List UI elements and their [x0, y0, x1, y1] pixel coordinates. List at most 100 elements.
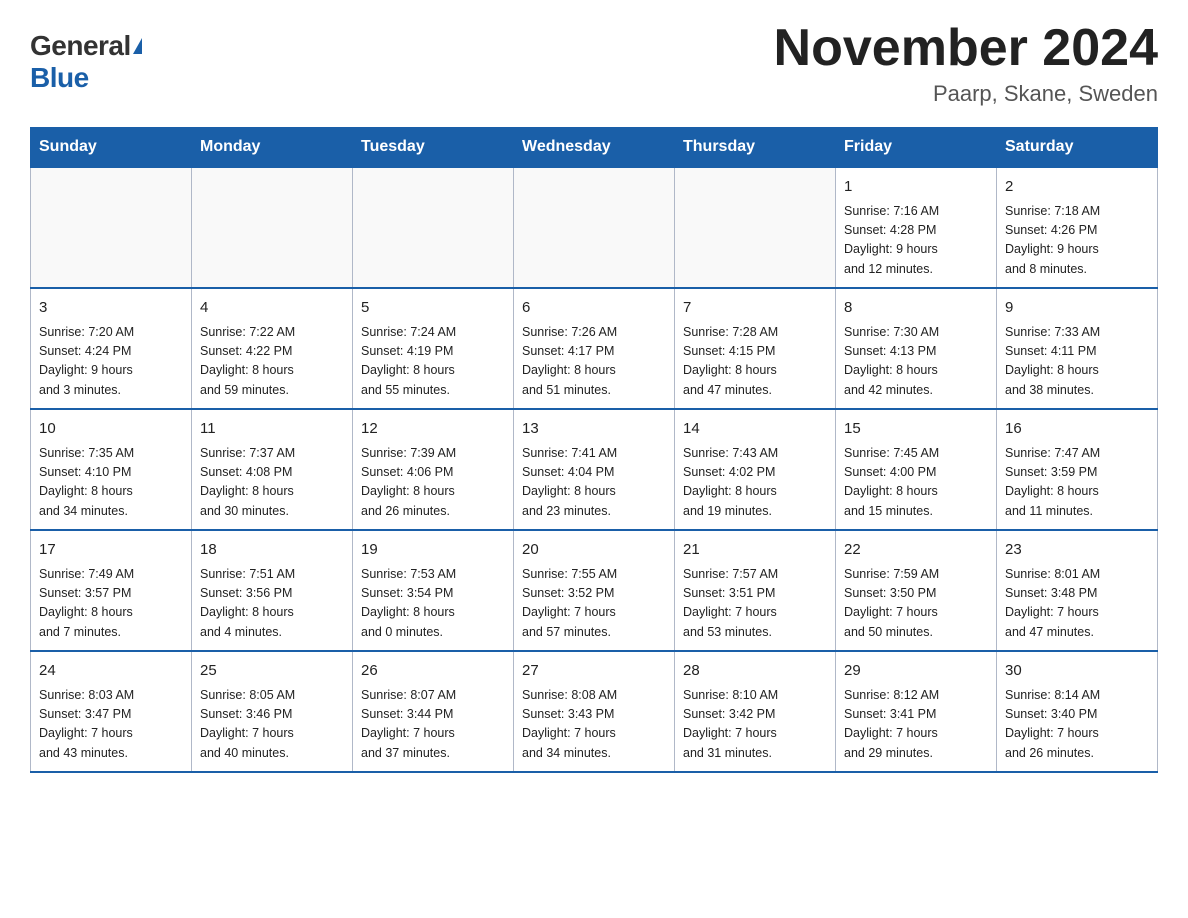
- day-info: Sunrise: 7:43 AM Sunset: 4:02 PM Dayligh…: [683, 444, 827, 522]
- calendar-cell: 5 Sunrise: 7:24 AM Sunset: 4:19 PM Daylig…: [353, 288, 514, 409]
- day-info: Sunrise: 7:45 AM Sunset: 4:00 PM Dayligh…: [844, 444, 988, 522]
- day-number: 28: [683, 660, 827, 683]
- day-info: Sunrise: 7:20 AM Sunset: 4:24 PM Dayligh…: [39, 323, 183, 401]
- calendar-header-monday: Monday: [192, 128, 353, 168]
- day-info: Sunrise: 7:30 AM Sunset: 4:13 PM Dayligh…: [844, 323, 988, 401]
- calendar-cell: 1Sunrise: 7:16 AM Sunset: 4:28 PM Daylig…: [836, 167, 997, 288]
- calendar-cell: 24 Sunrise: 8:03 AM Sunset: 3:47 PM Dayli…: [31, 651, 192, 772]
- day-info: Sunrise: 7:59 AM Sunset: 3:50 PM Dayligh…: [844, 565, 988, 643]
- calendar-cell: 7 Sunrise: 7:28 AM Sunset: 4:15 PM Daylig…: [675, 288, 836, 409]
- calendar-week-row: 17 Sunrise: 7:49 AM Sunset: 3:57 PM Dayli…: [31, 530, 1158, 651]
- day-number: 30: [1005, 660, 1149, 683]
- calendar-cell: 10Sunrise: 7:35 AM Sunset: 4:10 PM Dayli…: [31, 409, 192, 530]
- day-info: Sunrise: 7:47 AM Sunset: 3:59 PM Dayligh…: [1005, 444, 1149, 522]
- calendar-cell: 19 Sunrise: 7:53 AM Sunset: 3:54 PM Dayli…: [353, 530, 514, 651]
- calendar-week-row: 3 Sunrise: 7:20 AM Sunset: 4:24 PM Daylig…: [31, 288, 1158, 409]
- day-number: 9: [1005, 297, 1149, 320]
- location: Paarp, Skane, Sweden: [774, 81, 1158, 107]
- day-number: 12: [361, 418, 505, 441]
- calendar: SundayMondayTuesdayWednesdayThursdayFrid…: [30, 127, 1158, 773]
- day-info: Sunrise: 7:39 AM Sunset: 4:06 PM Dayligh…: [361, 444, 505, 522]
- day-number: 27: [522, 660, 666, 683]
- calendar-cell: [514, 167, 675, 288]
- calendar-cell: [192, 167, 353, 288]
- calendar-week-row: 1Sunrise: 7:16 AM Sunset: 4:28 PM Daylig…: [31, 167, 1158, 288]
- calendar-cell: 8 Sunrise: 7:30 AM Sunset: 4:13 PM Daylig…: [836, 288, 997, 409]
- title-area: November 2024 Paarp, Skane, Sweden: [774, 20, 1158, 107]
- logo-general-text: General: [30, 30, 131, 62]
- day-info: Sunrise: 8:07 AM Sunset: 3:44 PM Dayligh…: [361, 686, 505, 764]
- calendar-cell: 4 Sunrise: 7:22 AM Sunset: 4:22 PM Daylig…: [192, 288, 353, 409]
- day-number: 19: [361, 539, 505, 562]
- day-info: Sunrise: 8:14 AM Sunset: 3:40 PM Dayligh…: [1005, 686, 1149, 764]
- calendar-cell: 13 Sunrise: 7:41 AM Sunset: 4:04 PM Dayli…: [514, 409, 675, 530]
- day-number: 5: [361, 297, 505, 320]
- logo-blue-text: Blue: [30, 62, 89, 94]
- calendar-cell: 21Sunrise: 7:57 AM Sunset: 3:51 PM Dayli…: [675, 530, 836, 651]
- header: General Blue November 2024 Paarp, Skane,…: [30, 20, 1158, 107]
- day-number: 10: [39, 418, 183, 441]
- day-number: 25: [200, 660, 344, 683]
- day-number: 26: [361, 660, 505, 683]
- day-info: Sunrise: 8:05 AM Sunset: 3:46 PM Dayligh…: [200, 686, 344, 764]
- day-info: Sunrise: 7:51 AM Sunset: 3:56 PM Dayligh…: [200, 565, 344, 643]
- calendar-week-row: 10Sunrise: 7:35 AM Sunset: 4:10 PM Dayli…: [31, 409, 1158, 530]
- calendar-header-sunday: Sunday: [31, 128, 192, 168]
- calendar-cell: 17 Sunrise: 7:49 AM Sunset: 3:57 PM Dayli…: [31, 530, 192, 651]
- calendar-cell: 18 Sunrise: 7:51 AM Sunset: 3:56 PM Dayli…: [192, 530, 353, 651]
- calendar-cell: 30 Sunrise: 8:14 AM Sunset: 3:40 PM Dayli…: [997, 651, 1158, 772]
- month-title: November 2024: [774, 20, 1158, 77]
- logo: General Blue: [30, 30, 142, 94]
- day-info: Sunrise: 7:53 AM Sunset: 3:54 PM Dayligh…: [361, 565, 505, 643]
- day-info: Sunrise: 7:28 AM Sunset: 4:15 PM Dayligh…: [683, 323, 827, 401]
- calendar-cell: 9 Sunrise: 7:33 AM Sunset: 4:11 PM Daylig…: [997, 288, 1158, 409]
- day-info: Sunrise: 7:49 AM Sunset: 3:57 PM Dayligh…: [39, 565, 183, 643]
- day-info: Sunrise: 7:22 AM Sunset: 4:22 PM Dayligh…: [200, 323, 344, 401]
- day-number: 22: [844, 539, 988, 562]
- calendar-cell: 2Sunrise: 7:18 AM Sunset: 4:26 PM Daylig…: [997, 167, 1158, 288]
- calendar-header-thursday: Thursday: [675, 128, 836, 168]
- calendar-cell: 12 Sunrise: 7:39 AM Sunset: 4:06 PM Dayli…: [353, 409, 514, 530]
- calendar-cell: 25 Sunrise: 8:05 AM Sunset: 3:46 PM Dayli…: [192, 651, 353, 772]
- day-info: Sunrise: 7:41 AM Sunset: 4:04 PM Dayligh…: [522, 444, 666, 522]
- day-number: 7: [683, 297, 827, 320]
- day-info: Sunrise: 8:01 AM Sunset: 3:48 PM Dayligh…: [1005, 565, 1149, 643]
- calendar-cell: [31, 167, 192, 288]
- calendar-cell: [675, 167, 836, 288]
- day-info: Sunrise: 7:24 AM Sunset: 4:19 PM Dayligh…: [361, 323, 505, 401]
- day-number: 24: [39, 660, 183, 683]
- calendar-cell: 27 Sunrise: 8:08 AM Sunset: 3:43 PM Dayli…: [514, 651, 675, 772]
- calendar-cell: 26 Sunrise: 8:07 AM Sunset: 3:44 PM Dayli…: [353, 651, 514, 772]
- day-info: Sunrise: 8:03 AM Sunset: 3:47 PM Dayligh…: [39, 686, 183, 764]
- day-number: 20: [522, 539, 666, 562]
- day-number: 18: [200, 539, 344, 562]
- day-number: 4: [200, 297, 344, 320]
- day-info: Sunrise: 7:55 AM Sunset: 3:52 PM Dayligh…: [522, 565, 666, 643]
- day-info: Sunrise: 7:26 AM Sunset: 4:17 PM Dayligh…: [522, 323, 666, 401]
- day-number: 29: [844, 660, 988, 683]
- calendar-header-friday: Friday: [836, 128, 997, 168]
- day-info: Sunrise: 7:57 AM Sunset: 3:51 PM Dayligh…: [683, 565, 827, 643]
- calendar-header-tuesday: Tuesday: [353, 128, 514, 168]
- calendar-cell: [353, 167, 514, 288]
- day-info: Sunrise: 8:08 AM Sunset: 3:43 PM Dayligh…: [522, 686, 666, 764]
- calendar-header-saturday: Saturday: [997, 128, 1158, 168]
- day-number: 16: [1005, 418, 1149, 441]
- day-info: Sunrise: 7:33 AM Sunset: 4:11 PM Dayligh…: [1005, 323, 1149, 401]
- day-number: 13: [522, 418, 666, 441]
- day-info: Sunrise: 7:16 AM Sunset: 4:28 PM Dayligh…: [844, 202, 988, 280]
- calendar-cell: 28Sunrise: 8:10 AM Sunset: 3:42 PM Dayli…: [675, 651, 836, 772]
- calendar-cell: 6 Sunrise: 7:26 AM Sunset: 4:17 PM Daylig…: [514, 288, 675, 409]
- calendar-cell: 22 Sunrise: 7:59 AM Sunset: 3:50 PM Dayli…: [836, 530, 997, 651]
- day-number: 15: [844, 418, 988, 441]
- day-number: 11: [200, 418, 344, 441]
- logo-arrow-icon: [133, 38, 142, 54]
- day-number: 8: [844, 297, 988, 320]
- day-number: 3: [39, 297, 183, 320]
- day-info: Sunrise: 8:12 AM Sunset: 3:41 PM Dayligh…: [844, 686, 988, 764]
- day-number: 17: [39, 539, 183, 562]
- calendar-cell: 23Sunrise: 8:01 AM Sunset: 3:48 PM Dayli…: [997, 530, 1158, 651]
- calendar-header-wednesday: Wednesday: [514, 128, 675, 168]
- calendar-cell: 15 Sunrise: 7:45 AM Sunset: 4:00 PM Dayli…: [836, 409, 997, 530]
- day-number: 6: [522, 297, 666, 320]
